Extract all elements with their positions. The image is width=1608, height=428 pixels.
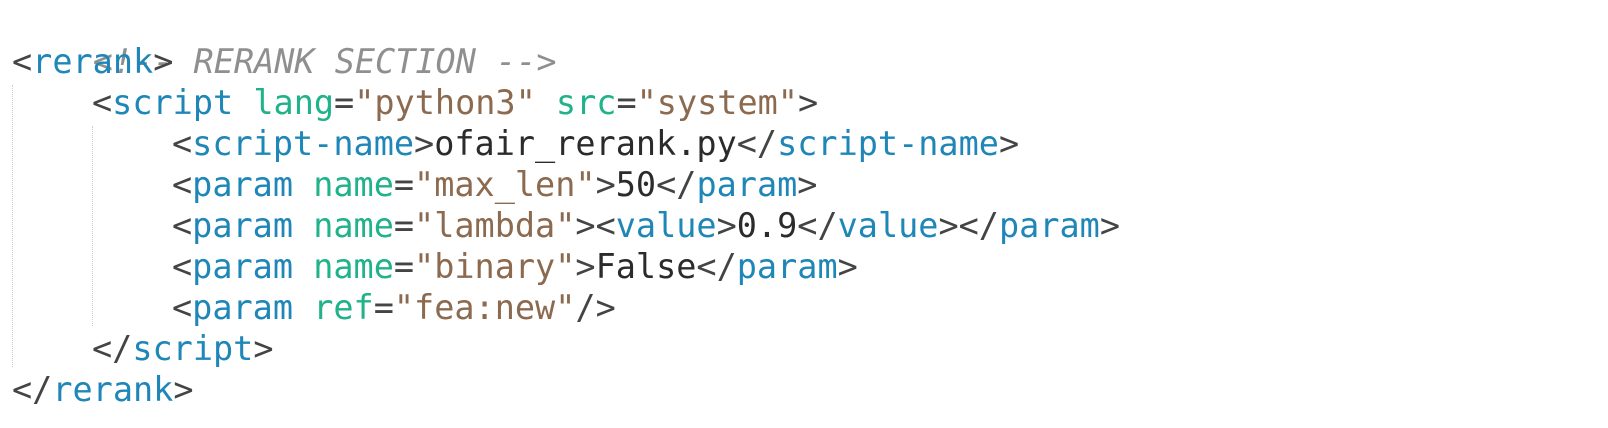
- equals: =: [393, 247, 415, 286]
- attr-name: name: [313, 206, 394, 245]
- open-bracket: <: [92, 83, 113, 122]
- attr-ref: ref: [313, 288, 374, 327]
- close-tag-bracket: </: [696, 247, 737, 286]
- open-bracket: <: [172, 124, 193, 163]
- quote: ": [555, 206, 576, 245]
- code-line-2: <rerank>: [12, 41, 173, 82]
- value-src: system: [656, 83, 778, 122]
- close-bracket: >: [253, 329, 274, 368]
- tag-param-close: param: [736, 247, 838, 286]
- code-editor[interactable]: <!-- RERANK SECTION --> <rerank> <script…: [0, 0, 1608, 428]
- open-bracket: <: [172, 165, 193, 204]
- close-tag-bracket: </: [92, 329, 133, 368]
- close-bracket: >: [414, 124, 435, 163]
- close-bracket: >: [998, 124, 1020, 163]
- quote: ": [555, 247, 576, 286]
- indent-guide-inner: [92, 126, 93, 326]
- close-tag-bracket: </: [12, 370, 53, 409]
- value-lang: python3: [374, 83, 516, 122]
- quote: ": [414, 247, 435, 286]
- tag-value-open: value: [615, 206, 717, 245]
- code-line-3: <script lang="python3" src="system">: [92, 82, 818, 123]
- tag-param-close: param: [696, 165, 798, 204]
- close-bracket: >: [153, 42, 174, 81]
- close-bracket: >: [575, 206, 596, 245]
- quote: ": [636, 83, 657, 122]
- quote: ": [777, 83, 798, 122]
- value-param2: 0.9: [736, 206, 798, 245]
- tag-rerank-open: rerank: [32, 42, 154, 81]
- open-bracket: <: [12, 42, 33, 81]
- quote: ": [354, 83, 375, 122]
- value-param3: False: [595, 247, 697, 286]
- code-line-1: <!-- RERANK SECTION -->: [12, 0, 557, 81]
- attr-src: src: [555, 83, 617, 122]
- code-line-9: </script>: [92, 328, 274, 369]
- close-bracket: >: [173, 370, 194, 409]
- value-param2-name: lambda: [434, 206, 556, 245]
- equals: =: [373, 288, 394, 327]
- close-tag-bracket: </: [797, 206, 838, 245]
- self-close-bracket: />: [575, 288, 616, 327]
- value-param1: 50: [615, 165, 657, 204]
- equals: =: [393, 165, 415, 204]
- tag-script-open: script: [112, 83, 234, 122]
- open-bracket: <: [172, 288, 193, 327]
- tag-script-name-close: script-name: [777, 124, 999, 163]
- attr-lang: lang: [253, 83, 335, 122]
- close-bracket: >: [716, 206, 737, 245]
- close-bracket: >: [837, 247, 858, 286]
- close-tag-bracket: </: [656, 165, 697, 204]
- close-bracket: >: [797, 83, 819, 122]
- code-line-7: <param name="binary">False</param>: [172, 246, 858, 287]
- quote: ": [393, 288, 415, 327]
- quote: ": [575, 165, 596, 204]
- close-bracket: >: [938, 206, 959, 245]
- quote: ": [555, 288, 576, 327]
- code-line-4: <script-name>ofair_rerank.py</script-nam…: [172, 123, 1019, 164]
- open-bracket: <: [172, 247, 193, 286]
- tag-rerank-close: rerank: [52, 370, 174, 409]
- code-line-10: </rerank>: [12, 369, 194, 410]
- value-script-name: ofair_rerank.py: [434, 124, 737, 163]
- quote: ": [414, 165, 435, 204]
- equals: =: [334, 83, 355, 122]
- close-tag-bracket: </: [958, 206, 999, 245]
- attr-name: name: [313, 165, 394, 204]
- quote: ": [414, 206, 435, 245]
- tag-value-close: value: [837, 206, 939, 245]
- close-tag-bracket: </: [736, 124, 778, 163]
- value-param1-name: max_len: [434, 165, 576, 204]
- close-bracket: >: [797, 165, 818, 204]
- equals: =: [616, 83, 637, 122]
- tag-script-close: script: [132, 329, 254, 368]
- tag-param-open: param: [192, 206, 294, 245]
- indent-guide-outer: [12, 85, 13, 367]
- code-line-8: <param ref="fea:new"/>: [172, 287, 616, 328]
- value-param4-ref: fea:new: [414, 288, 556, 327]
- close-bracket: >: [595, 165, 616, 204]
- tag-param-open: param: [192, 165, 294, 204]
- attr-name: name: [313, 247, 394, 286]
- tag-param-close: param: [998, 206, 1100, 245]
- code-line-6: <param name="lambda"><value>0.9</value><…: [172, 205, 1120, 246]
- close-bracket: >: [575, 247, 596, 286]
- open-bracket: <: [172, 206, 193, 245]
- tag-param-open: param: [192, 247, 294, 286]
- close-bracket: >: [1099, 206, 1120, 245]
- equals: =: [393, 206, 415, 245]
- code-line-5: <param name="max_len">50</param>: [172, 164, 817, 205]
- tag-param-open: param: [192, 288, 294, 327]
- tag-script-name-open: script-name: [192, 124, 415, 163]
- open-bracket: <: [595, 206, 616, 245]
- quote: ": [515, 83, 536, 122]
- value-param3-name: binary: [434, 247, 556, 286]
